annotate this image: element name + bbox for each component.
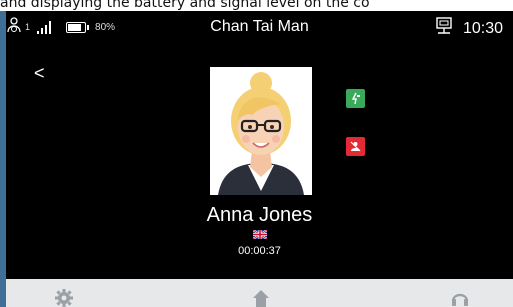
caption-text: and displaying the battery and signal le… [0, 0, 370, 11]
status-right: 10:30 [435, 17, 503, 40]
unlock-button[interactable] [346, 89, 365, 108]
call-duration: 00:00:37 [238, 245, 281, 257]
hangup-button[interactable] [346, 137, 365, 156]
flag-icon [253, 230, 267, 239]
hangup-icon [350, 141, 361, 152]
network-icon [435, 17, 453, 40]
status-bar: 1 80% Chan Tai Man 10:30 [6, 11, 513, 41]
unlock-icon [351, 92, 360, 105]
caller-name: Anna Jones [206, 204, 313, 226]
caller-avatar [210, 67, 312, 195]
settings-icon[interactable] [54, 288, 74, 307]
caption-text-strip: and displaying the battery and signal le… [0, 0, 513, 11]
headset-icon[interactable] [450, 288, 470, 307]
back-button[interactable]: < [34, 63, 45, 84]
bottom-nav-bar [6, 279, 513, 307]
intercom-screen: 1 80% Chan Tai Man 10:30 < Anna Jones 00… [6, 11, 513, 307]
clock: 10:30 [462, 19, 503, 37]
home-icon[interactable] [251, 288, 271, 307]
